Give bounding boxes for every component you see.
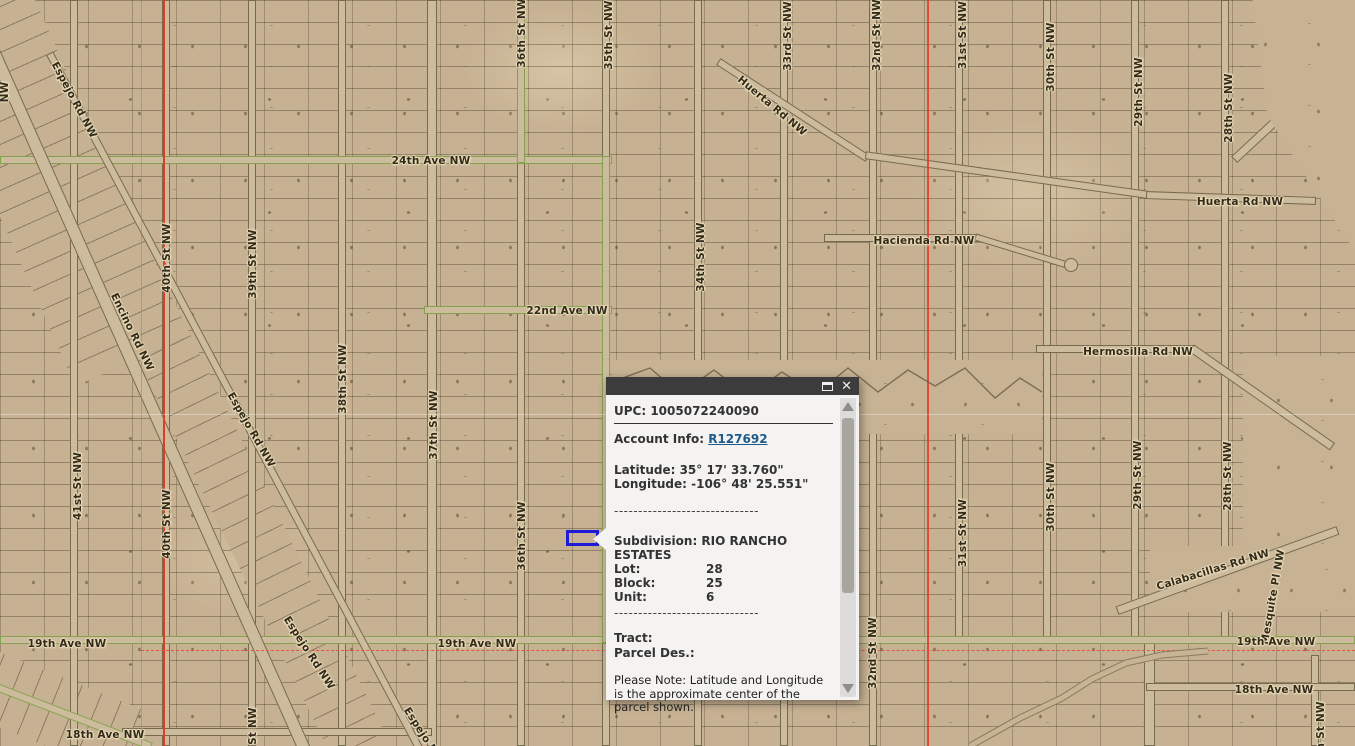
road xyxy=(427,0,437,746)
street-label: Hermosilla Rd NW xyxy=(1083,346,1193,358)
tract-label: Tract: xyxy=(614,631,833,646)
gis-parcel-viewer: Espejo Rd NWNW36th St NW35th St NW33rd S… xyxy=(0,0,1355,746)
street-label: 19th Ave NW xyxy=(438,638,517,650)
maximize-icon[interactable] xyxy=(822,382,833,391)
scroll-thumb[interactable] xyxy=(842,418,854,593)
street-label: 18th Ave NW xyxy=(1235,684,1314,696)
latitude-line: Latitude: 35° 17' 33.760" xyxy=(614,463,833,477)
field-label: Block: xyxy=(614,576,706,590)
parcel-field-row: Block:25 xyxy=(614,576,833,590)
street-label: 31st St NW xyxy=(957,1,969,69)
road xyxy=(122,728,432,736)
street-label: 28th St NW xyxy=(1222,441,1234,510)
subdivision-line: Subdivision: RIO RANCHO ESTATES xyxy=(614,534,804,562)
parcel-field-row: Unit:6 xyxy=(614,590,833,604)
scroll-up-icon[interactable] xyxy=(842,402,854,411)
field-value: 28 xyxy=(706,562,723,576)
street-label: 30th St NW xyxy=(1045,462,1057,531)
street-label: 22nd Ave NW xyxy=(526,305,607,317)
road xyxy=(1144,643,1155,746)
road xyxy=(1043,0,1051,643)
tract-block: Tract: Parcel Des.: xyxy=(614,631,833,661)
street-label: 37th St NW xyxy=(428,390,440,459)
popup-body: UPC: 1005072240090 Account Info: R127692… xyxy=(606,395,859,700)
street-label: Hacienda Rd NW xyxy=(874,235,975,247)
account-info-link[interactable]: R127692 xyxy=(708,432,767,446)
lat-long-block: Latitude: 35° 17' 33.760" Longitude: -10… xyxy=(614,463,833,491)
dashed-separator: ------------------------------ xyxy=(614,504,833,518)
street-label: 24th Ave NW xyxy=(392,155,471,167)
street-label: Huerta Rd NW xyxy=(1197,196,1283,208)
field-value: 25 xyxy=(706,576,723,590)
street-label: 31st St NW xyxy=(957,499,969,567)
street-label: 35th St NW xyxy=(603,0,615,69)
street-label: NW xyxy=(0,82,11,103)
divider-rule xyxy=(614,423,833,424)
longitude-line: Longitude: -106° 48' 25.551" xyxy=(614,477,833,491)
street-label: 30th St NW xyxy=(1045,22,1057,91)
field-label: Unit: xyxy=(614,590,706,604)
street-label: 34th St NW xyxy=(695,222,707,291)
street-label: 41st St NW xyxy=(72,452,84,520)
parcel-field-row: Lot:28 xyxy=(614,562,833,576)
street-label: 39th St NW xyxy=(247,707,259,746)
section-line-red xyxy=(927,0,929,746)
street-label: 36th St NW xyxy=(516,501,528,570)
street-label: 27th St NW xyxy=(1315,701,1327,746)
street-label: 29th St NW xyxy=(1133,57,1145,126)
field-value: 6 xyxy=(706,590,714,604)
desert-patch xyxy=(1243,356,1355,548)
section-line-red-faint xyxy=(141,0,142,746)
street-label: 29th St NW xyxy=(1132,440,1144,509)
street-label: 32nd St NW xyxy=(871,0,883,71)
street-label: 19th Ave NW xyxy=(1237,636,1316,648)
parcel-fields: Lot:28Block:25Unit:6 xyxy=(614,562,833,604)
parcel-info-popup: ✕ UPC: 1005072240090 Account Info: R1276… xyxy=(606,377,859,700)
scroll-down-icon[interactable] xyxy=(842,684,854,693)
popup-scrollbar[interactable] xyxy=(840,398,856,697)
street-label: 18th Ave NW xyxy=(66,729,145,741)
street-label: 38th St NW xyxy=(337,344,349,413)
popup-pointer xyxy=(593,528,606,550)
account-info-line: Account Info: R127692 xyxy=(614,432,833,446)
popup-title-bar: ✕ xyxy=(606,377,859,395)
street-label: 19th Ave NW xyxy=(28,638,107,650)
section-line-red xyxy=(163,0,165,746)
street-label: 39th St NW xyxy=(247,229,259,298)
note-text: Please Note: Latitude and Longitude is t… xyxy=(614,674,828,715)
street-label: 36th St NW xyxy=(516,0,528,68)
cul-de-sac xyxy=(1064,258,1078,272)
street-label: 40th St NW xyxy=(161,223,173,292)
street-label: 33rd St NW xyxy=(782,1,794,71)
close-icon[interactable]: ✕ xyxy=(841,380,852,393)
street-label: 32nd St NW xyxy=(867,617,879,689)
street-label: 40th St NW xyxy=(161,489,173,558)
parcel-des-label: Parcel Des.: xyxy=(614,646,833,661)
field-label: Lot: xyxy=(614,562,706,576)
upc-line: UPC: 1005072240090 xyxy=(614,404,833,418)
dashed-separator: ------------------------------ xyxy=(614,606,833,620)
account-info-label: Account Info: xyxy=(614,432,708,446)
street-label: 28th St NW xyxy=(1223,73,1235,142)
